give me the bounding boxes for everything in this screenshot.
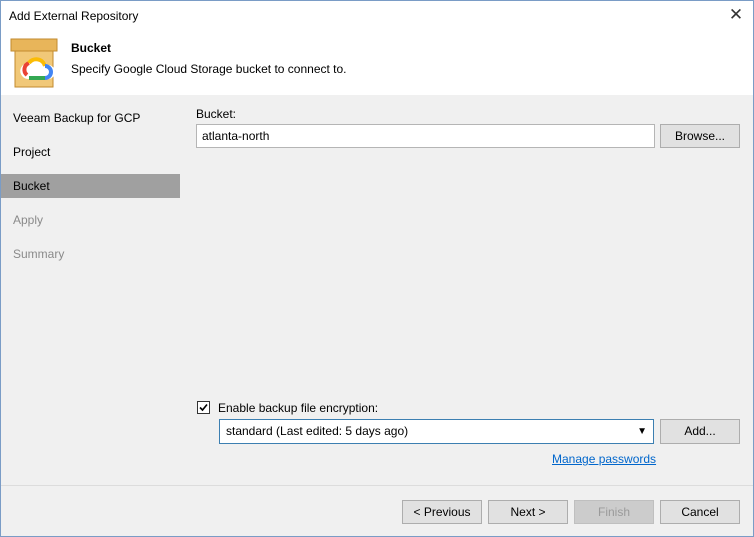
- password-select-value: standard (Last edited: 5 days ago): [226, 424, 409, 438]
- manage-passwords-link[interactable]: Manage passwords: [552, 452, 656, 466]
- checkmark-icon: [199, 403, 208, 412]
- sidebar-item-veeam-backup-for-gcp[interactable]: Veeam Backup for GCP: [1, 106, 180, 130]
- sidebar-item-summary: Summary: [13, 247, 65, 261]
- wizard-content: Bucket: atlanta-north Browse... Enable b…: [181, 95, 753, 485]
- footer-divider: [1, 485, 753, 486]
- close-icon[interactable]: ✕: [723, 4, 749, 28]
- previous-button[interactable]: < Previous: [402, 500, 482, 524]
- wizard-header: Bucket Specify Google Cloud Storage buck…: [1, 32, 753, 95]
- gcp-bucket-icon: [10, 38, 58, 88]
- finish-button: Finish: [574, 500, 654, 524]
- password-select[interactable]: standard (Last edited: 5 days ago) ▼: [219, 419, 654, 444]
- next-button[interactable]: Next >: [488, 500, 568, 524]
- encryption-checkbox-label: Enable backup file encryption:: [218, 401, 379, 415]
- sidebar-item-project[interactable]: Project: [1, 140, 180, 164]
- window-title: Add External Repository: [9, 9, 139, 23]
- wizard-steps: Veeam Backup for GCP Project Bucket Appl…: [1, 95, 181, 485]
- cancel-button[interactable]: Cancel: [660, 500, 740, 524]
- sidebar-item-apply: Apply: [13, 213, 44, 227]
- dialog-window: Add External Repository ✕ Bucket Specify…: [0, 0, 754, 537]
- browse-button[interactable]: Browse...: [660, 124, 740, 148]
- add-password-button[interactable]: Add...: [660, 419, 740, 444]
- title-bar: Add External Repository ✕: [1, 1, 753, 32]
- chevron-down-icon: ▼: [637, 426, 647, 437]
- page-title: Bucket: [71, 41, 112, 55]
- bucket-label: Bucket:: [196, 107, 237, 121]
- bucket-input[interactable]: atlanta-north: [196, 124, 655, 148]
- sidebar-item-bucket[interactable]: Bucket: [1, 174, 180, 198]
- page-subtitle: Specify Google Cloud Storage bucket to c…: [71, 62, 347, 76]
- encryption-checkbox[interactable]: [197, 401, 210, 414]
